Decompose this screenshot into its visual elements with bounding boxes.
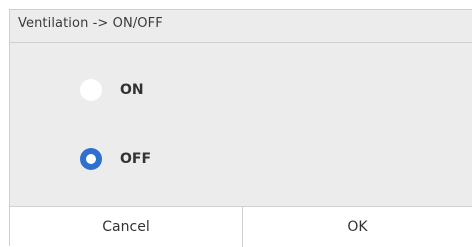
ok-button[interactable]: OK bbox=[243, 207, 472, 247]
option-off[interactable]: OFF bbox=[80, 148, 151, 170]
ventilation-dialog: Ventilation -> ON/OFF ON OFF Cancel OK bbox=[9, 9, 472, 247]
dialog-footer: Cancel OK bbox=[10, 206, 472, 247]
dialog-title-bar: Ventilation -> ON/OFF bbox=[10, 10, 472, 43]
option-on[interactable]: ON bbox=[80, 79, 144, 101]
option-off-label: OFF bbox=[120, 151, 152, 167]
radio-off-selected-icon[interactable] bbox=[80, 148, 102, 170]
dialog-title: Ventilation -> ON/OFF bbox=[18, 16, 163, 31]
cancel-button[interactable]: Cancel bbox=[10, 207, 243, 247]
radio-on-icon[interactable] bbox=[80, 79, 102, 101]
option-on-label: ON bbox=[120, 82, 144, 98]
